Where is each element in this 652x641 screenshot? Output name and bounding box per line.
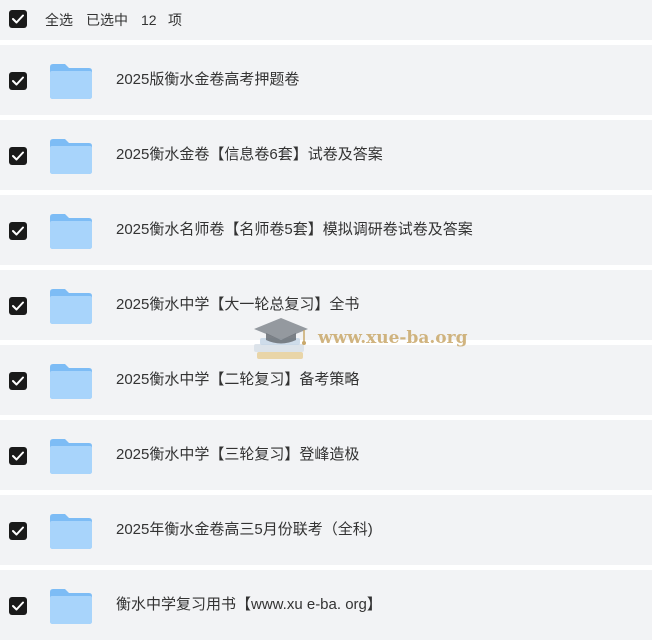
file-row[interactable]: 2025年衡水金卷高三5月份联考（全科)	[0, 495, 652, 565]
file-row[interactable]: 2025衡水金卷【信息卷6套】试卷及答案	[0, 120, 652, 190]
checkmark-icon	[12, 226, 24, 236]
file-name: 衡水中学复习用书【www.xu e-ba. org】	[116, 596, 382, 613]
file-name: 2025衡水中学【大一轮总复习】全书	[116, 296, 360, 313]
selected-prefix: 已选中	[86, 12, 128, 28]
folder-icon	[50, 214, 92, 249]
select-all-checkbox[interactable]	[9, 10, 27, 28]
select-all-label[interactable]: 全选	[45, 11, 73, 29]
file-name: 2025版衡水金卷高考押题卷	[116, 71, 300, 88]
selected-suffix: 项	[168, 12, 182, 28]
checkmark-icon	[12, 14, 24, 24]
file-checkbox[interactable]	[9, 297, 27, 315]
file-name: 2025年衡水金卷高三5月份联考（全科)	[116, 521, 373, 538]
file-checkbox[interactable]	[9, 372, 27, 390]
selection-header: 全选 已选中 12 项	[0, 0, 652, 40]
file-row[interactable]: 2025版衡水金卷高考押题卷	[0, 45, 652, 115]
checkmark-icon	[12, 76, 24, 86]
folder-icon	[50, 64, 92, 99]
selected-count: 12	[141, 12, 157, 28]
file-name: 2025衡水金卷【信息卷6套】试卷及答案	[116, 146, 383, 163]
checkmark-icon	[12, 376, 24, 386]
file-checkbox[interactable]	[9, 72, 27, 90]
file-row[interactable]: 2025衡水名师卷【名师卷5套】模拟调研卷试卷及答案	[0, 195, 652, 265]
file-row[interactable]: 2025衡水中学【二轮复习】备考策略	[0, 345, 652, 415]
file-row[interactable]: 2025衡水中学【三轮复习】登峰造极	[0, 420, 652, 490]
checkmark-icon	[12, 301, 24, 311]
checkmark-icon	[12, 601, 24, 611]
file-name: 2025衡水名师卷【名师卷5套】模拟调研卷试卷及答案	[116, 221, 473, 238]
folder-icon	[50, 289, 92, 324]
checkmark-icon	[12, 451, 24, 461]
file-name: 2025衡水中学【三轮复习】登峰造极	[116, 446, 360, 463]
folder-icon	[50, 514, 92, 549]
file-name: 2025衡水中学【二轮复习】备考策略	[116, 371, 360, 388]
checkmark-icon	[12, 526, 24, 536]
file-checkbox[interactable]	[9, 147, 27, 165]
file-checkbox[interactable]	[9, 597, 27, 615]
file-checkbox[interactable]	[9, 222, 27, 240]
folder-icon	[50, 589, 92, 624]
folder-icon	[50, 364, 92, 399]
folder-icon	[50, 139, 92, 174]
file-row[interactable]: 2025衡水中学【大一轮总复习】全书	[0, 270, 652, 340]
folder-icon	[50, 439, 92, 474]
checkmark-icon	[12, 151, 24, 161]
file-checkbox[interactable]	[9, 522, 27, 540]
file-checkbox[interactable]	[9, 447, 27, 465]
file-row[interactable]: 衡水中学复习用书【www.xu e-ba. org】	[0, 570, 652, 640]
